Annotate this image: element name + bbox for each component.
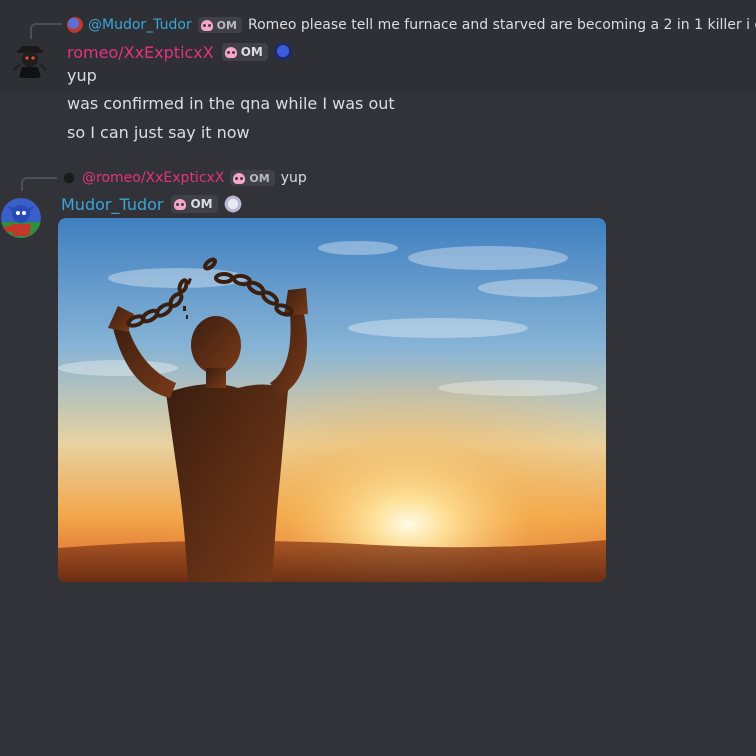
reply-avatar (61, 170, 77, 186)
tag-label: OM (216, 18, 237, 32)
mudor-avatar-icon (1, 198, 41, 238)
author-tag: OM (171, 195, 218, 213)
username-row: Mudor_Tudor OM (61, 193, 242, 215)
reply-author-tag: OM (230, 170, 275, 186)
tag-label: OM (240, 45, 263, 59)
image-attachment[interactable] (58, 218, 606, 582)
skull-icon (200, 19, 213, 31)
avatar-romeo[interactable] (10, 40, 50, 80)
reply-text: yup (280, 170, 307, 186)
reply-text: Romeo please tell me furnace and starved… (247, 17, 756, 33)
reply-connector (21, 177, 57, 191)
skull-icon (174, 198, 187, 210)
breaking-chains-image (58, 218, 606, 582)
reply-preview[interactable]: @romeo/XxExpticxX OM yup (61, 168, 307, 188)
chat-view: @Mudor_Tudor OM Romeo please tell me fur… (0, 0, 756, 756)
reply-avatar (67, 17, 83, 33)
tag-label: OM (190, 197, 213, 211)
role-emoji-icon (223, 195, 242, 213)
romeo-avatar-icon (10, 40, 50, 80)
reply-connector (30, 23, 62, 39)
skull-icon (233, 172, 246, 184)
message-line: so I can just say it now (67, 123, 250, 142)
role-emoji-icon (273, 43, 292, 61)
reply-author[interactable]: @Mudor_Tudor (88, 17, 192, 33)
author-name[interactable]: romeo/XxExpticxX (67, 43, 214, 62)
username-row: romeo/XxExpticxX OM (67, 41, 292, 63)
reply-preview[interactable]: @Mudor_Tudor OM Romeo please tell me fur… (67, 15, 756, 35)
tag-label: OM (249, 171, 270, 185)
skull-icon (224, 46, 237, 58)
reply-author-tag: OM (197, 17, 242, 33)
reply-author[interactable]: @romeo/XxExpticxX (82, 170, 224, 186)
message-line: yup (67, 66, 97, 85)
avatar-mudor[interactable] (1, 196, 41, 240)
author-name[interactable]: Mudor_Tudor (61, 195, 163, 214)
author-tag: OM (221, 43, 268, 61)
message-line: was confirmed in the qna while I was out (67, 94, 395, 113)
